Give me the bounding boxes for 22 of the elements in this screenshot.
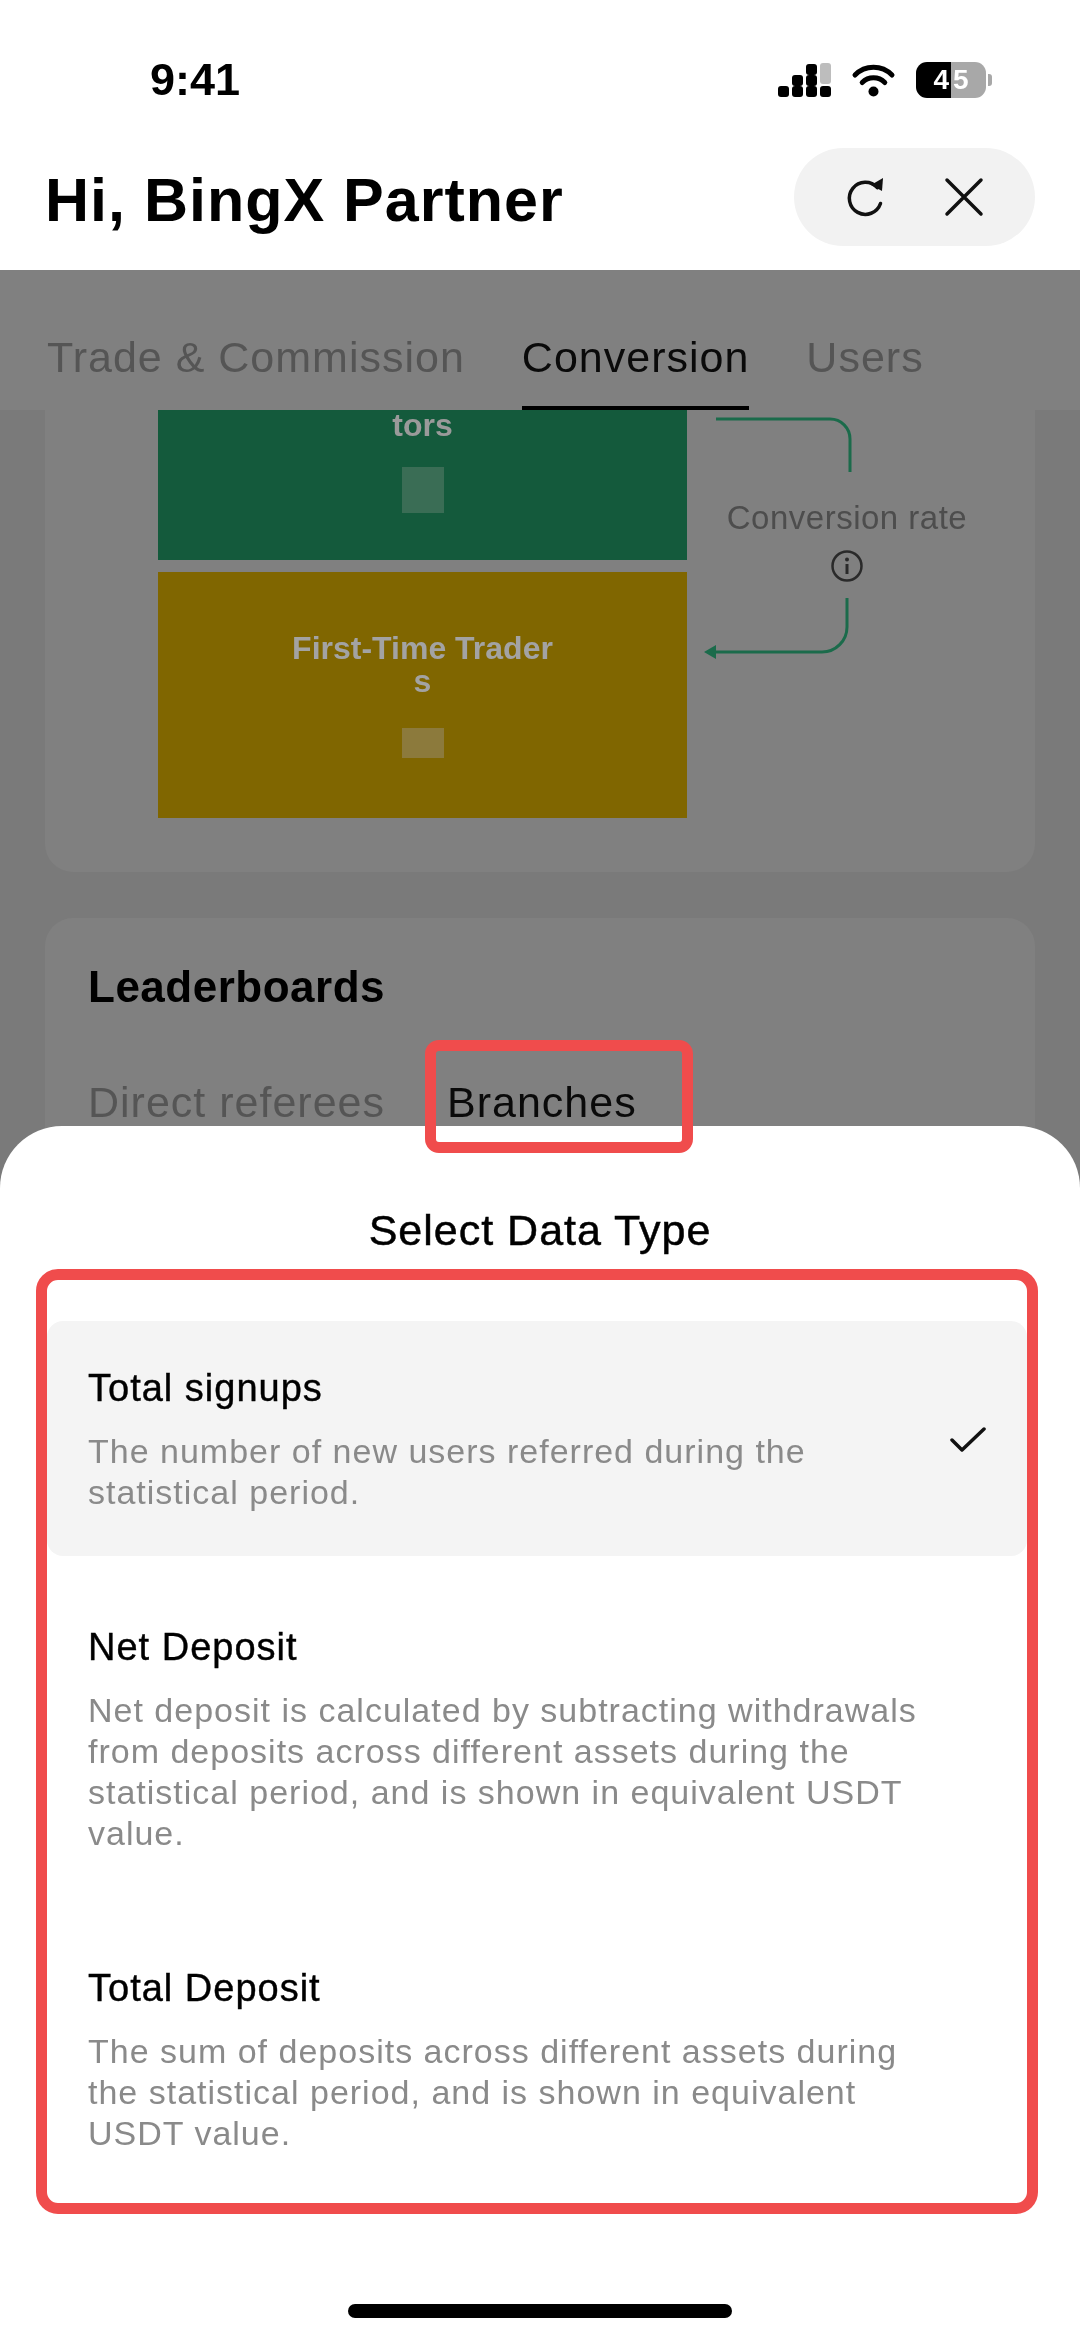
data-type-option[interactable]: Total signups The number of new users referred during the statistical period. [47,1321,1027,1556]
stage-label: tors [391,410,454,440]
battery-indicator: 45 [916,62,992,98]
option-description: The number of new users referred during the statistical period. [88,1431,807,1513]
option-description: Net deposit is calculated by subtracting withdrawals from deposits across different assets during the statistical period, and is shown in equivalent USDT value. [88,1690,918,1854]
value-placeholder [401,467,444,513]
info-icon[interactable] [831,550,863,582]
stage-label: First-Time Traders [291,632,554,698]
option-title: Total signups [88,1367,323,1409]
check-icon [950,1426,986,1454]
value-placeholder [401,728,444,758]
greeting-title: Hi, BingX Partner [45,165,564,236]
leaderboard-tab[interactable]: Branches [447,1077,637,1127]
sheet-title: Select Data Type [368,1205,712,1256]
signal-icon [778,63,831,97]
option-description: The sum of deposits across different assets during the statistical period, and is shown in equivalent USDT value. [88,2031,899,2154]
section-title: Leaderboards [88,962,386,1012]
wifi-icon [850,63,897,97]
status-time: 9:41 [150,55,241,105]
option-title: Total Deposit [88,1967,321,2009]
close-icon[interactable] [944,177,984,217]
option-title: Net Deposit [88,1626,298,1668]
